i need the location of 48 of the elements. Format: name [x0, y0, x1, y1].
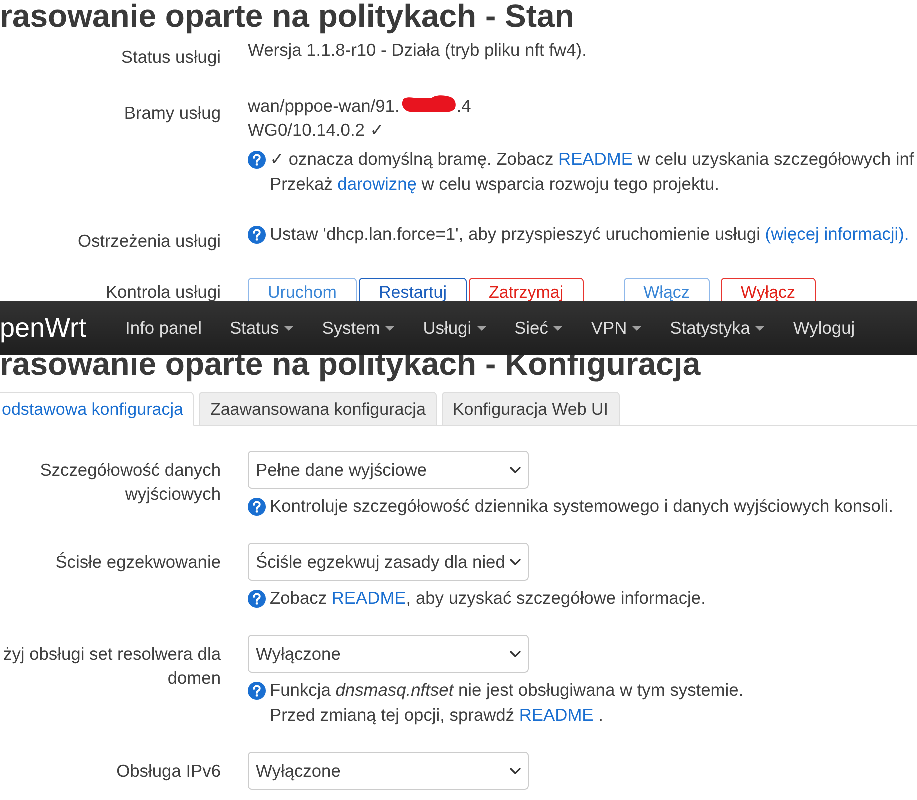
- help-text: Kontroluje szczegółowość dziennika systemowego i danych wyjściowych konsoli.: [270, 495, 894, 518]
- dropdown-select[interactable]: Wyłączone: [248, 635, 529, 673]
- help-link[interactable]: (więcej informacji).: [765, 224, 910, 244]
- tab[interactable]: Konfiguracja Web UI: [442, 392, 620, 426]
- help-text: Zobacz README, aby uzyskać szczegółowe informacje.: [270, 587, 706, 610]
- control-button[interactable]: Włącz: [624, 278, 710, 303]
- field-label: Ostrzeżenia usługi: [76, 230, 221, 253]
- field-label: Szczegółowość danych wyjściowych: [39, 459, 221, 506]
- menu-item[interactable]: Wyloguj: [779, 301, 870, 355]
- control-button[interactable]: Zatrzymaj: [469, 278, 584, 303]
- help-text: Przekaż darowiznę w celu wsparcia rozwoju tego projektu.: [270, 173, 720, 196]
- help-text: ✓ oznacza domyślną bramę. Zobacz README w celu uzyskania szczegółowych inf: [270, 148, 914, 171]
- help-icon: [248, 498, 266, 516]
- help-text: Przed zmianą tej opcji, sprawdź README .: [270, 704, 604, 727]
- field-label: żyj obsługi set resolwera dla domen: [2, 643, 221, 690]
- tab[interactable]: Zaawansowana konfiguracja: [199, 392, 437, 426]
- chevron-down-icon: [510, 466, 521, 474]
- chevron-down-icon: [510, 768, 521, 774]
- tab[interactable]: odstawowa konfiguracja: [0, 392, 194, 426]
- brand-name[interactable]: penWrt: [0, 314, 87, 342]
- dropdown-select[interactable]: Pełne dane wyjściowe: [248, 451, 529, 489]
- help-link[interactable]: README: [558, 149, 633, 169]
- help-icon: [248, 590, 266, 608]
- help-link[interactable]: README: [332, 588, 406, 608]
- gateway-address: wan/pppoe-wan/91.: [248, 95, 400, 118]
- field-label: Obsługa IPv6: [116, 760, 221, 783]
- help-link[interactable]: darowiznę: [338, 174, 417, 194]
- help-icon: [248, 150, 266, 168]
- chevron-down-icon: [510, 558, 521, 566]
- control-button[interactable]: Uruchom: [248, 278, 357, 303]
- page-title: rasowanie oparte na politykach - Stan: [0, 0, 576, 32]
- field-label: Status usługi: [120, 46, 221, 69]
- control-button[interactable]: Restartuj: [358, 278, 467, 303]
- control-button[interactable]: Wyłącz: [720, 278, 816, 303]
- dropdown-select[interactable]: Ściśle egzekwuj zasady dla nied: [248, 543, 529, 581]
- field-label: Bramy usług: [123, 102, 221, 125]
- help-text: Funkcja dnsmasq.nftset nie jest obsługiwana w tym systemie.: [270, 679, 744, 702]
- help-icon: [248, 682, 266, 700]
- gateway-address: WG0/10.14.0.2 ✓: [248, 119, 384, 142]
- field-label: Kontrola usługi: [104, 281, 221, 303]
- help-icon: [248, 226, 266, 244]
- status-text: Wersja 1.1.8-r10 - Działa (tryb pliku nft fw4).: [248, 39, 587, 62]
- help-link[interactable]: README: [519, 705, 594, 725]
- gateway-address: .4: [456, 95, 472, 118]
- dropdown-select[interactable]: Wyłączone: [248, 752, 529, 790]
- chevron-down-icon: [510, 650, 521, 658]
- help-text: Ustaw 'dhcp.lan.force=1', aby przyspieszyć uruchomienie usługi (więcej informacji).: [270, 223, 910, 246]
- field-label: Ścisłe egzekwowanie: [54, 551, 221, 574]
